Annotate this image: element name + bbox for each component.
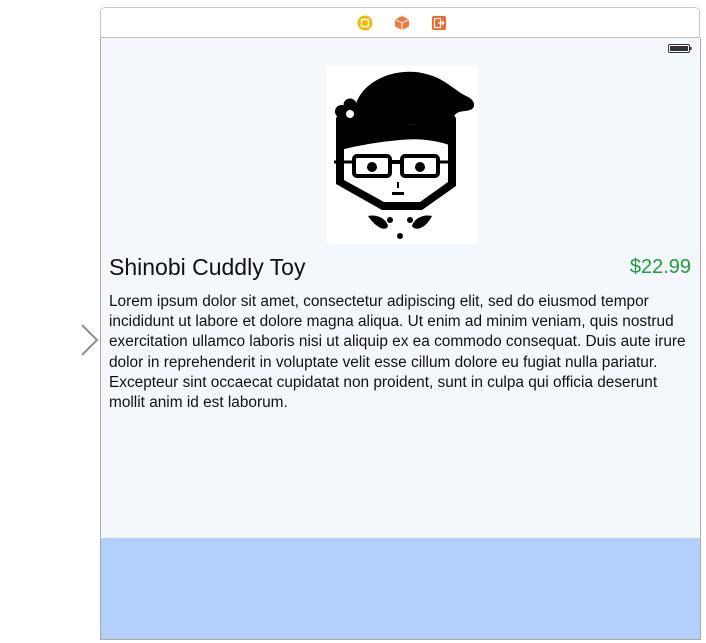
first-responder-icon[interactable] (394, 15, 410, 31)
bottom-container-view (101, 538, 700, 639)
scene-dock (100, 7, 700, 38)
exit-icon[interactable] (431, 15, 447, 31)
ninja-girl-portrait (334, 71, 475, 239)
battery-icon (668, 44, 692, 53)
view-controller-scene: Shinobi Cuddly Toy $22.99 Lorem ipsum do… (100, 38, 701, 640)
product-price: $22.99 (629, 256, 691, 278)
storyboard-entry-arrow[interactable] (0, 322, 100, 356)
product-title: Shinobi Cuddly Toy (109, 254, 306, 280)
product-image (326, 66, 478, 244)
view-controller-icon[interactable] (357, 15, 373, 31)
product-description: Lorem ipsum dolor sit amet, consectetur … (109, 293, 686, 412)
